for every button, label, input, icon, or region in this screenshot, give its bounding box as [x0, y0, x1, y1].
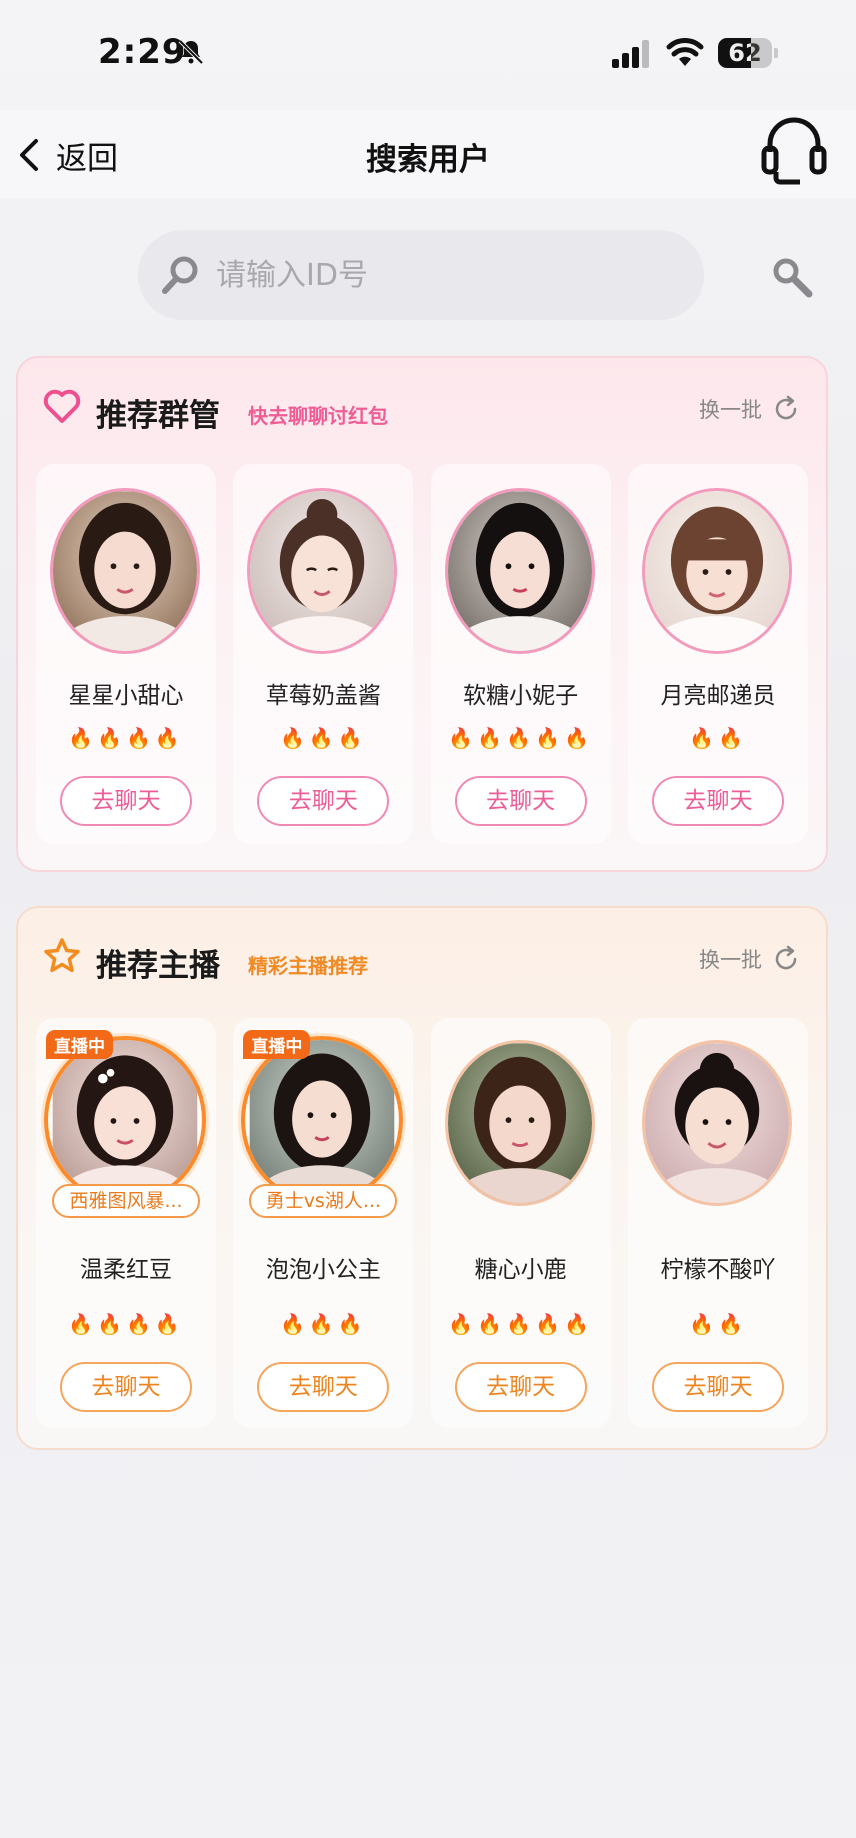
search-button-icon[interactable]: [770, 256, 814, 300]
avatar[interactable]: [241, 1036, 404, 1204]
wifi-icon: [666, 38, 704, 66]
avatar[interactable]: [641, 488, 792, 654]
user-name: 月亮邮递员: [660, 683, 776, 709]
avatar[interactable]: [444, 1040, 595, 1206]
chat-button[interactable]: 去聊天: [60, 1362, 192, 1412]
avatar[interactable]: [444, 488, 595, 654]
anchors-header: 推荐主播 精彩主播推荐 换一批: [18, 908, 826, 1008]
refresh-label: 换一批: [699, 398, 762, 422]
signal-icon: [612, 40, 649, 68]
chat-button[interactable]: 去聊天: [454, 1362, 587, 1412]
live-badge: 直播中: [46, 1030, 113, 1059]
user-card: 月亮邮递员 🔥🔥 去聊天: [627, 464, 808, 844]
avatar-portrait: [52, 1040, 198, 1200]
battery-cap: [774, 48, 778, 58]
group-admins-card: 推荐群管 快去聊聊讨红包 换一批 星星小甜心 🔥🔥🔥🔥 去聊天 草莓奶盖酱 🔥🔥…: [16, 356, 828, 872]
live-badge: 直播中: [243, 1030, 311, 1059]
live-room-tag[interactable]: 勇士vs湖人...: [249, 1184, 398, 1218]
heart-icon: [43, 389, 81, 423]
fire-rating: 🔥🔥🔥🔥: [68, 1312, 184, 1336]
headset-icon[interactable]: [760, 114, 828, 186]
avatar-portrait: [447, 1043, 592, 1203]
user-card: 柠檬不酸吖 🔥🔥 去聊天: [627, 1018, 808, 1428]
section-subtitle: 精彩主播推荐: [248, 954, 368, 978]
refresh-button[interactable]: 换一批: [699, 944, 800, 974]
user-card: 直播中 西雅图风暴... 温柔红豆 🔥🔥🔥🔥 去聊天: [36, 1018, 216, 1428]
avatar-portrait: [53, 491, 197, 651]
user-card: 直播中 勇士vs湖人... 泡泡小公主 🔥🔥🔥 去聊天: [233, 1018, 414, 1428]
refresh-icon: [775, 395, 797, 420]
avatar-portrait: [250, 1040, 395, 1200]
search-box[interactable]: [138, 230, 704, 320]
avatar[interactable]: [50, 488, 200, 654]
star-icon: [44, 938, 80, 973]
user-card: 软糖小妮子 🔥🔥🔥🔥🔥 去聊天: [430, 464, 611, 844]
avatar-portrait: [644, 1043, 789, 1203]
avatar-portrait: [250, 491, 395, 651]
refresh-label: 换一批: [699, 948, 762, 972]
battery-label: 62: [728, 39, 762, 67]
fire-rating: 🔥🔥: [689, 726, 747, 750]
chat-button[interactable]: 去聊天: [454, 776, 587, 826]
fire-rating: 🔥🔥🔥🔥: [68, 726, 184, 750]
chat-button[interactable]: 去聊天: [257, 1362, 390, 1412]
user-list: 星星小甜心 🔥🔥🔥🔥 去聊天 草莓奶盖酱 🔥🔥🔥 去聊天 软糖小妮子 🔥🔥🔥🔥🔥…: [36, 464, 808, 844]
live-room-tag[interactable]: 西雅图风暴...: [52, 1184, 200, 1218]
nav-bar: 返回 搜索用户: [0, 110, 856, 198]
fire-rating: 🔥🔥🔥: [279, 726, 367, 750]
avatar[interactable]: [247, 488, 398, 654]
user-name: 泡泡小公主: [265, 1257, 381, 1283]
page-title: 搜索用户: [366, 142, 490, 178]
status-bar: 2:29 62: [0, 0, 856, 110]
refresh-button[interactable]: 换一批: [699, 394, 800, 424]
fire-rating: 🔥🔥🔥🔥🔥: [448, 1312, 593, 1336]
avatar[interactable]: [641, 1040, 792, 1206]
avatar[interactable]: [44, 1036, 206, 1204]
section-subtitle: 快去聊聊讨红包: [248, 404, 388, 428]
search-icon: [162, 256, 198, 294]
user-name: 温柔红豆: [80, 1257, 172, 1283]
group-admins-header: 推荐群管 快去聊聊讨红包 换一批: [18, 358, 826, 458]
avatar-portrait: [644, 491, 789, 651]
user-list: 直播中 西雅图风暴... 温柔红豆 🔥🔥🔥🔥 去聊天 直播中 勇士vs湖人...…: [36, 1018, 808, 1428]
anchors-card: 推荐主播 精彩主播推荐 换一批 直播中 西雅图风暴... 温柔红豆 🔥🔥🔥🔥 去…: [16, 906, 828, 1450]
user-name: 糖心小鹿: [474, 1257, 567, 1283]
refresh-icon: [775, 945, 797, 970]
fire-rating: 🔥🔥: [689, 1312, 747, 1336]
chat-button[interactable]: 去聊天: [60, 776, 192, 826]
search-input[interactable]: [216, 230, 676, 320]
user-name: 软糖小妮子: [463, 683, 579, 709]
user-card: 草莓奶盖酱 🔥🔥🔥 去聊天: [233, 464, 414, 844]
user-name: 星星小甜心: [68, 683, 184, 709]
fire-rating: 🔥🔥🔥: [279, 1312, 367, 1336]
avatar-portrait: [447, 491, 592, 651]
bell-muted-icon: [178, 39, 204, 65]
chat-button[interactable]: 去聊天: [651, 776, 784, 826]
battery-icon: 62: [718, 38, 772, 68]
fire-rating: 🔥🔥🔥🔥🔥: [448, 726, 593, 750]
section-title: 推荐群管: [96, 398, 220, 434]
section-title: 推荐主播: [96, 948, 220, 984]
user-card: 星星小甜心 🔥🔥🔥🔥 去聊天: [36, 464, 216, 844]
status-time: 2:29: [98, 32, 187, 72]
user-name: 草莓奶盖酱: [265, 683, 381, 709]
user-card: 糖心小鹿 🔥🔥🔥🔥🔥 去聊天: [430, 1018, 611, 1428]
user-name: 柠檬不酸吖: [660, 1257, 776, 1283]
chat-button[interactable]: 去聊天: [651, 1362, 784, 1412]
chat-button[interactable]: 去聊天: [257, 776, 390, 826]
